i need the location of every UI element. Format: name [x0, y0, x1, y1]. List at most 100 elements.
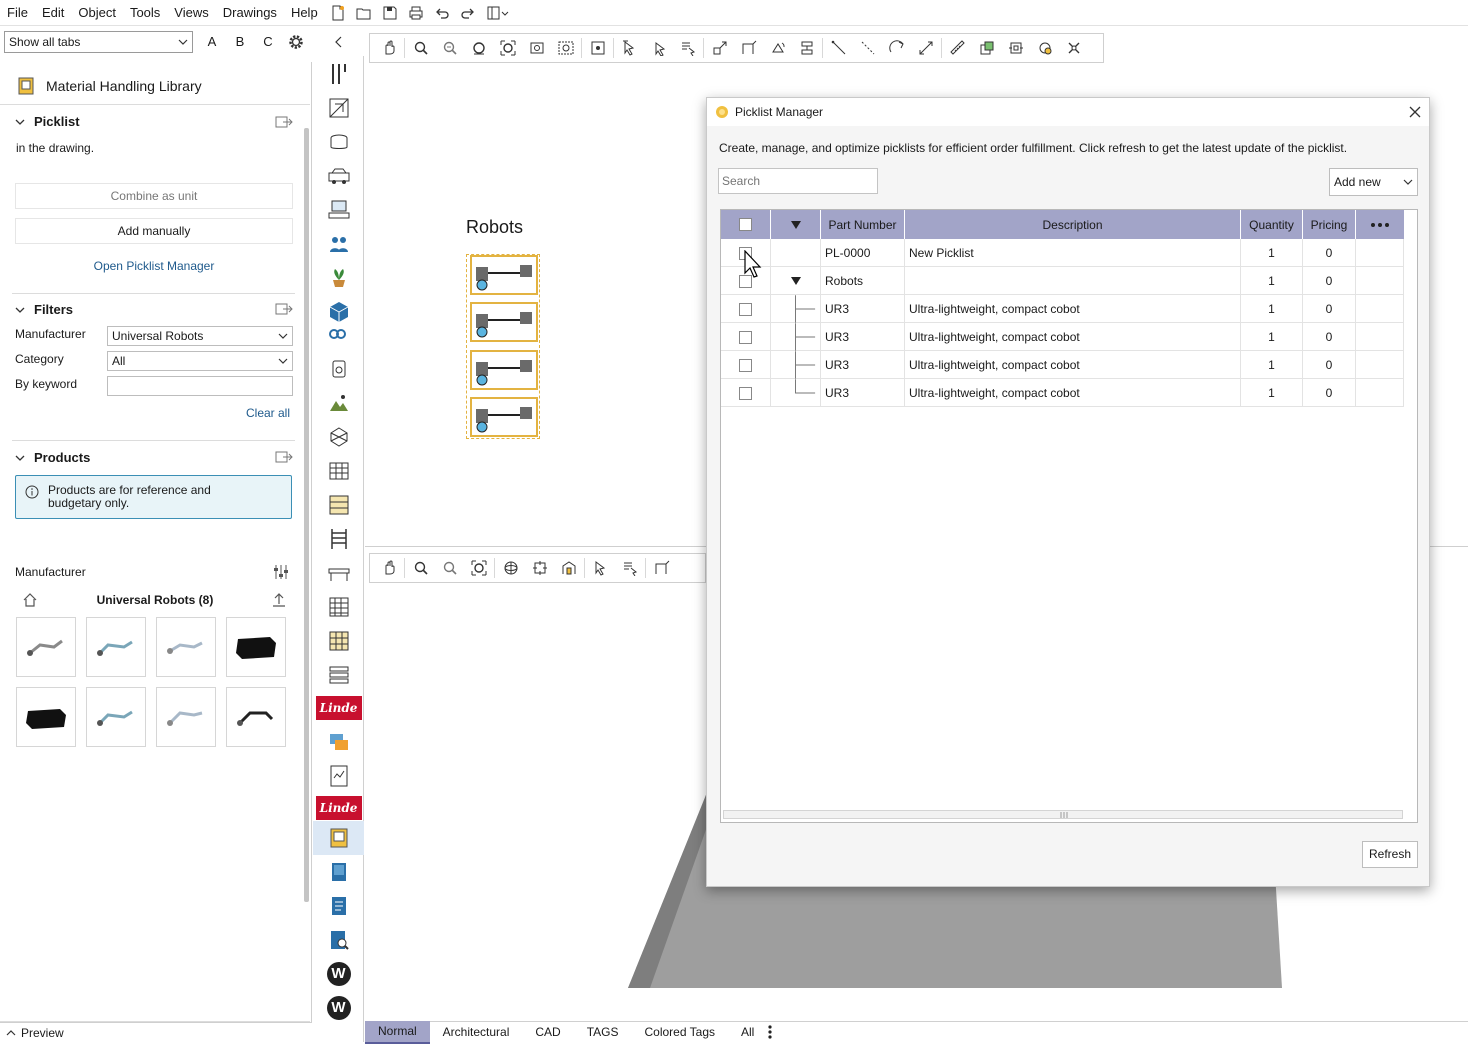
filter-letter-c[interactable]: C	[257, 32, 279, 52]
add-new-dropdown[interactable]: Add new	[1329, 168, 1418, 196]
w-library-icon[interactable]: W	[313, 957, 364, 991]
table-row[interactable]: PL-0000 New Picklist 1 0	[721, 239, 1404, 267]
zoom-icon[interactable]	[406, 555, 435, 581]
row-checkbox-cell[interactable]	[721, 323, 771, 351]
tab-cad[interactable]: CAD	[522, 1022, 573, 1043]
zoom-fit-icon[interactable]	[493, 35, 522, 61]
menu-views[interactable]: Views	[167, 0, 215, 26]
row-checkbox-cell[interactable]	[721, 351, 771, 379]
table-row[interactable]: UR3 Ultra-lightweight, compact cobot 1 0	[721, 351, 1404, 379]
row-checkbox[interactable]	[739, 358, 752, 372]
vehicle-library-icon[interactable]	[313, 159, 364, 193]
horizontal-scrollbar[interactable]	[723, 810, 1403, 819]
row-checkbox[interactable]	[739, 330, 752, 344]
stacked-shelves-library-icon[interactable]	[313, 658, 364, 692]
product-thumbnail[interactable]	[86, 617, 146, 677]
dashed-line-icon[interactable]	[853, 35, 882, 61]
zoom-previous-icon[interactable]	[464, 35, 493, 61]
product-thumbnail[interactable]	[16, 687, 76, 747]
preview-toggle[interactable]: Preview	[0, 1022, 312, 1042]
menu-edit[interactable]: Edit	[35, 0, 71, 26]
combine-as-unit-button[interactable]: Combine as unit	[15, 183, 293, 209]
robot-symbol[interactable]	[470, 397, 538, 437]
tab-tags[interactable]: TAGS	[574, 1022, 632, 1043]
search-catalog-library-icon[interactable]	[313, 923, 364, 957]
linde-library-icon-2[interactable]: Linde	[313, 791, 364, 825]
picklist-search-input[interactable]	[718, 168, 878, 194]
ladder-library-icon[interactable]	[313, 522, 364, 556]
align-icon[interactable]	[792, 35, 821, 61]
tab-architectural[interactable]: Architectural	[430, 1022, 523, 1043]
refresh-button[interactable]: Refresh	[1362, 841, 1418, 868]
drafting-library-icon[interactable]	[313, 91, 364, 125]
product-thumbnail[interactable]	[86, 687, 146, 747]
product-thumbnail[interactable]	[16, 617, 76, 677]
filter-letter-b[interactable]: B	[229, 32, 251, 52]
quantity-cell[interactable]: 1	[1241, 267, 1303, 295]
pricing-header[interactable]: Pricing	[1303, 210, 1356, 239]
zoom-extents-icon[interactable]	[583, 35, 612, 61]
pdf-library-icon[interactable]	[313, 759, 364, 793]
row-checkbox-cell[interactable]	[721, 295, 771, 323]
table-row[interactable]: UR3 Ultra-lightweight, compact cobot 1 0	[721, 295, 1404, 323]
open-folder-icon[interactable]	[351, 1, 377, 25]
zoom-page-icon[interactable]	[522, 35, 551, 61]
walkthrough-icon[interactable]	[554, 555, 583, 581]
filter-sliders-icon[interactable]	[272, 564, 290, 580]
frame-library-icon[interactable]	[313, 420, 364, 454]
row-checkbox-cell[interactable]	[721, 379, 771, 407]
workstation-library-icon[interactable]	[313, 193, 364, 227]
racking-library-icon[interactable]	[313, 454, 364, 488]
layout-dropdown-icon[interactable]	[481, 1, 515, 25]
offset-icon[interactable]	[1001, 35, 1030, 61]
w-library-icon-2[interactable]: W	[313, 991, 364, 1025]
description-header[interactable]: Description	[905, 210, 1241, 239]
expand-all-header[interactable]	[771, 210, 821, 239]
zoom-selection-icon[interactable]	[551, 35, 580, 61]
clear-all-link[interactable]: Clear all	[246, 406, 290, 420]
gear-icon[interactable]	[287, 33, 305, 51]
select-list-icon[interactable]	[673, 35, 702, 61]
select-all-header[interactable]	[721, 210, 771, 239]
pan-hand-icon[interactable]	[374, 35, 403, 61]
zoom-fit-icon[interactable]	[464, 555, 493, 581]
settings-clock-icon[interactable]	[1030, 35, 1059, 61]
plant-library-icon[interactable]	[313, 261, 364, 295]
storage-grid-library-icon[interactable]	[313, 624, 364, 658]
panel-scrollbar[interactable]	[304, 128, 309, 902]
tab-normal[interactable]: Normal	[365, 1020, 430, 1044]
filter-letter-a[interactable]: A	[201, 32, 223, 52]
blue-book-library-icon[interactable]	[313, 855, 364, 889]
table-row[interactable]: Robots 1 0	[721, 267, 1404, 295]
cafe-library-icon[interactable]	[313, 125, 364, 159]
manufacturer-select[interactable]: Universal Robots	[107, 326, 293, 346]
shelving-library-icon[interactable]	[313, 488, 364, 522]
quantity-cell[interactable]: 1	[1241, 351, 1303, 379]
quantity-cell[interactable]: 1	[1241, 295, 1303, 323]
rotate-icon[interactable]	[763, 35, 792, 61]
print-icon[interactable]	[403, 1, 429, 25]
more-options-header[interactable]	[1356, 210, 1404, 239]
product-thumbnail[interactable]	[156, 617, 216, 677]
line-icon[interactable]	[824, 35, 853, 61]
table-row[interactable]: UR3 Ultra-lightweight, compact cobot 1 0	[721, 323, 1404, 351]
home-icon[interactable]	[22, 592, 38, 608]
measure-icon[interactable]	[943, 35, 972, 61]
zoom-out-icon[interactable]	[435, 555, 464, 581]
flyover-icon[interactable]	[525, 555, 554, 581]
dimension-icon[interactable]	[911, 35, 940, 61]
filters-section-header[interactable]: Filters	[15, 302, 73, 317]
close-view-icon[interactable]	[1059, 35, 1088, 61]
select-multi-icon[interactable]	[644, 35, 673, 61]
zoom-out-icon[interactable]	[435, 35, 464, 61]
select-icon[interactable]	[615, 35, 644, 61]
quantity-cell[interactable]: 1	[1241, 239, 1303, 267]
tab-filter-select[interactable]: Show all tabs	[4, 31, 193, 53]
material-handling-library-icon[interactable]	[313, 821, 364, 855]
area-icon[interactable]	[972, 35, 1001, 61]
save-icon[interactable]	[377, 1, 403, 25]
part-number-header[interactable]: Part Number	[821, 210, 905, 239]
product-thumbnail[interactable]	[226, 687, 286, 747]
popout-icon[interactable]	[275, 302, 293, 316]
stretch-icon[interactable]	[647, 555, 676, 581]
